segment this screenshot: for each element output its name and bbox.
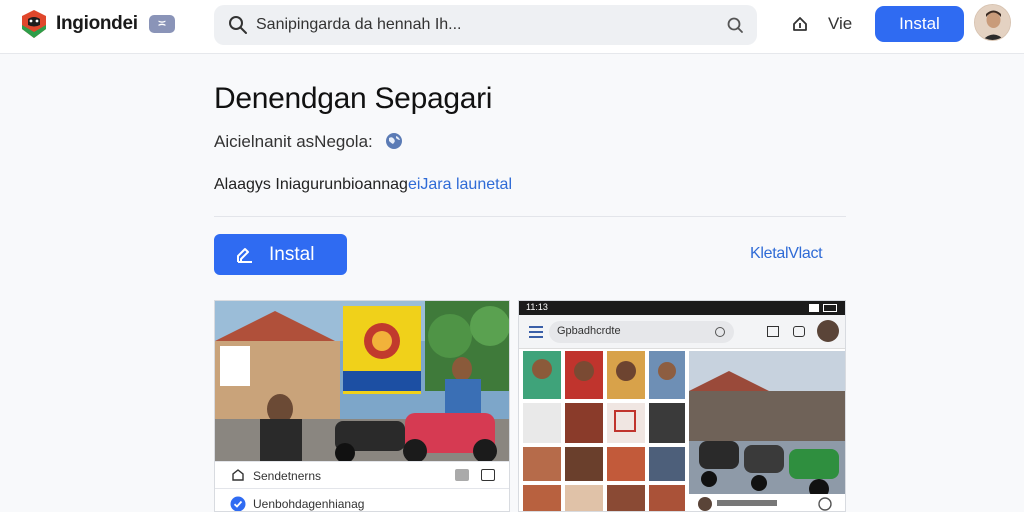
phone-search-bar: Gpbadhcrdte bbox=[549, 321, 734, 343]
phone-bell-icon bbox=[793, 326, 805, 337]
photo-grid bbox=[519, 349, 845, 511]
phone-avatar bbox=[817, 320, 839, 342]
phone-status-bar: 11:13 bbox=[519, 301, 845, 315]
phone-chat-icon bbox=[767, 326, 779, 337]
description-text: Alaagys Iniagurunbioannag bbox=[214, 176, 408, 193]
share-icon bbox=[481, 469, 495, 481]
check-icon bbox=[230, 496, 246, 511]
footer-divider bbox=[215, 488, 509, 489]
street-photo bbox=[215, 301, 509, 463]
search-input[interactable] bbox=[256, 13, 696, 37]
description-link[interactable]: eiJara launetal bbox=[408, 176, 512, 193]
status-time: 11:13 bbox=[526, 302, 548, 312]
phone-search-icon bbox=[715, 327, 725, 337]
top-bar: Ingiondei ≍ Vie Instal bbox=[0, 0, 1024, 54]
install-icon bbox=[237, 248, 252, 263]
install-button-label: Instal bbox=[269, 244, 315, 265]
brand-name[interactable]: Ingiondei bbox=[56, 13, 138, 35]
screenshot-card-1[interactable]: Sendetnerns Uenbohdagenhianag bbox=[214, 300, 510, 512]
avatar-image bbox=[975, 5, 1010, 40]
footer-row-1: Sendetnerns bbox=[253, 469, 322, 483]
card-footer: Sendetnerns Uenbohdagenhianag bbox=[215, 461, 509, 511]
phone-search-text: Gpbadhcrdte bbox=[557, 325, 621, 337]
app-logo-icon[interactable] bbox=[20, 9, 48, 39]
header-install-button[interactable]: Instal bbox=[875, 6, 964, 42]
cloud-icon[interactable] bbox=[789, 13, 811, 35]
avatar[interactable] bbox=[974, 4, 1011, 41]
screenshot-card-2[interactable]: 11:13 Gpbadhcrdte bbox=[518, 300, 846, 512]
divider bbox=[214, 216, 846, 217]
menu-icon bbox=[529, 326, 543, 338]
brand-badge: ≍ bbox=[149, 15, 175, 33]
page-title: Denendgan Sepagari bbox=[214, 82, 493, 115]
developer-label: Aicielnanit asNegola: bbox=[214, 132, 373, 151]
media-icon bbox=[455, 469, 469, 481]
search-icon bbox=[229, 16, 247, 34]
globe-icon bbox=[386, 133, 402, 149]
footer-row-2: Uenbohdagenhianag bbox=[253, 497, 365, 511]
app-description: Alaagys IniagurunbioannageiJara launetal bbox=[214, 176, 512, 194]
search-bar[interactable] bbox=[214, 5, 757, 45]
secondary-link[interactable]: KletalVlact bbox=[750, 245, 823, 263]
install-button[interactable]: Instal bbox=[214, 234, 347, 275]
phone-app-bar: Gpbadhcrdte bbox=[519, 315, 845, 349]
home-icon bbox=[232, 469, 244, 481]
wifi-icon bbox=[809, 304, 819, 312]
battery-icon bbox=[823, 304, 837, 312]
voice-search-icon[interactable] bbox=[725, 15, 745, 35]
nav-link-vie[interactable]: Vie bbox=[828, 14, 852, 34]
